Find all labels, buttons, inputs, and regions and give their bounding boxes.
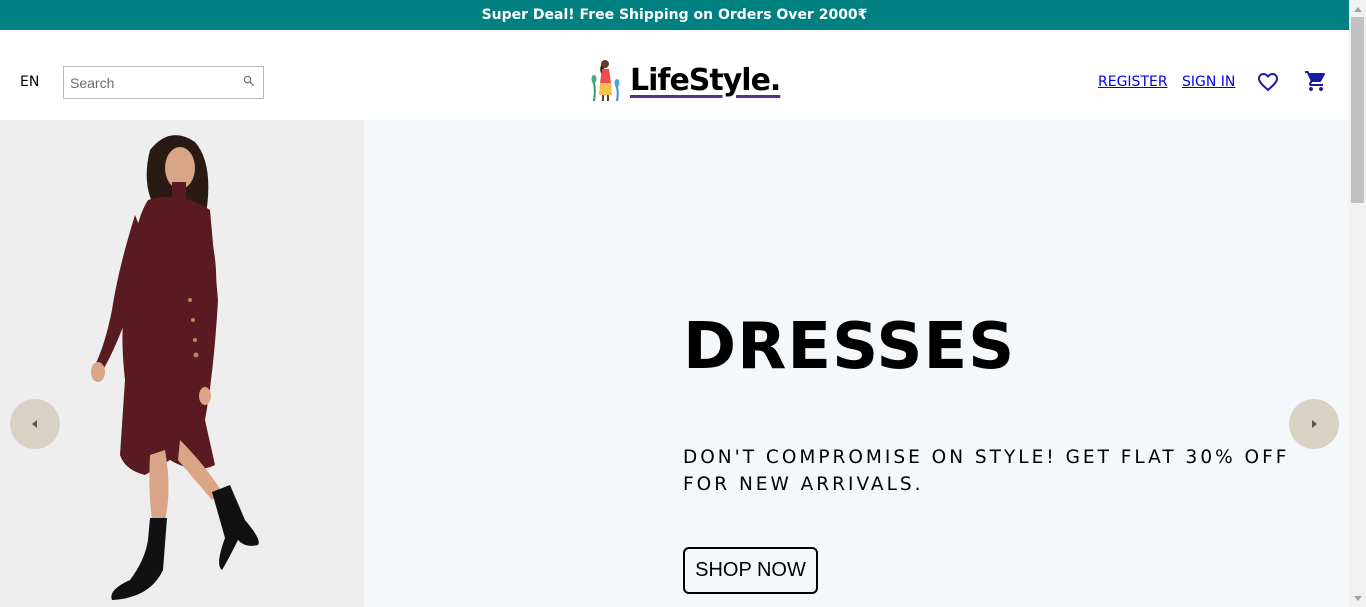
arrow-right-icon: [1312, 420, 1317, 428]
register-link[interactable]: REGISTER: [1098, 74, 1168, 90]
scroll-up-button[interactable]: [1349, 0, 1366, 17]
signin-link[interactable]: SIGN IN: [1182, 74, 1235, 90]
logo-figure-icon: [591, 60, 620, 102]
scroll-thumb[interactable]: [1351, 17, 1364, 203]
model-illustration: [0, 120, 364, 607]
announcement-bar: Super Deal! Free Shipping on Orders Over…: [0, 0, 1349, 30]
hero-image: [0, 120, 364, 607]
scroll-down-icon: [1353, 595, 1362, 601]
heart-icon[interactable]: [1256, 70, 1280, 94]
site-logo[interactable]: LifeStyle.: [590, 56, 781, 104]
search-input[interactable]: [70, 68, 240, 97]
cart-icon[interactable]: [1304, 69, 1328, 93]
page-scrollbar[interactable]: [1349, 0, 1366, 607]
scroll-down-button[interactable]: [1349, 590, 1366, 607]
slider-next-button[interactable]: [1289, 399, 1339, 449]
logo-text: LifeStyle.: [630, 62, 781, 98]
scroll-up-icon: [1353, 6, 1362, 12]
search-container: [63, 66, 264, 99]
search-icon[interactable]: [242, 74, 256, 88]
arrow-left-icon: [32, 420, 37, 428]
hero-slider: DRESSES DON'T COMPROMISE ON STYLE! GET F…: [0, 120, 1349, 607]
shop-now-button[interactable]: SHOP NOW: [683, 547, 818, 594]
navbar: EN LifeStyle. REGISTER SIGN IN: [0, 30, 1349, 120]
slider-prev-button[interactable]: [10, 399, 60, 449]
announcement-text: Super Deal! Free Shipping on Orders Over…: [481, 7, 868, 23]
hero-description: DON'T COMPROMISE ON STYLE! GET FLAT 30% …: [683, 447, 1290, 495]
language-selector[interactable]: EN: [20, 74, 39, 90]
hero-title: DRESSES: [683, 310, 1016, 384]
